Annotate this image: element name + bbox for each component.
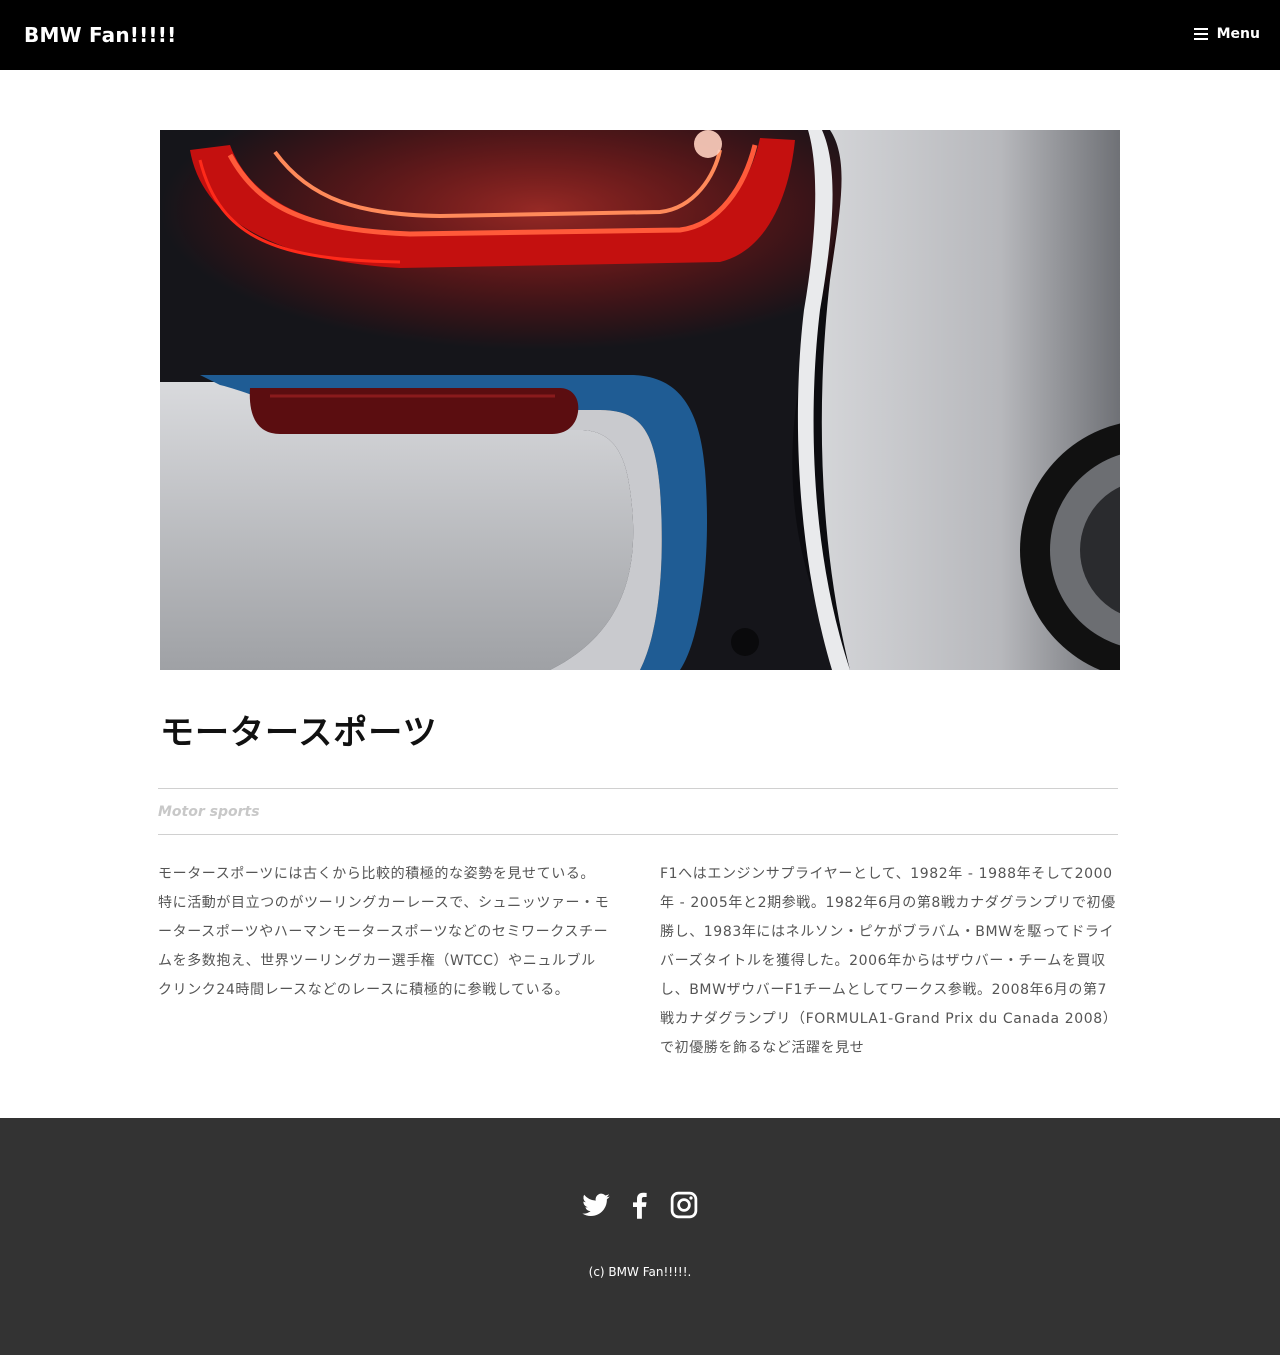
menu-button[interactable]: Menu <box>1193 24 1260 44</box>
post-title: モータースポーツ <box>160 713 438 753</box>
copyright-text: (c) BMW Fan!!!!!. <box>588 1265 692 1279</box>
site-footer: (c) BMW Fan!!!!!. <box>0 1118 1280 1355</box>
body-text-right: F1へはエンジンサプライヤーとして、1982年 - 1988年そして2000年 … <box>660 866 1118 1056</box>
hero-image <box>160 130 1120 670</box>
divider-top <box>158 788 1118 789</box>
twitter-icon[interactable] <box>581 1190 611 1220</box>
post-subtitle: Motor sports <box>158 804 260 820</box>
social-links <box>0 1190 1280 1220</box>
body-text-left: モータースポーツには古くから比較的積極的な姿勢を見せている。 特に活動が目立つの… <box>158 866 610 998</box>
hamburger-icon <box>1193 28 1208 40</box>
menu-button-label: Menu <box>1216 26 1260 42</box>
instagram-icon[interactable] <box>669 1190 699 1220</box>
top-nav-bar: BMW Fan!!!!! Menu <box>0 0 1280 70</box>
site-title-link[interactable]: BMW Fan!!!!! <box>24 22 176 48</box>
divider-bottom <box>158 834 1118 835</box>
facebook-icon[interactable] <box>625 1190 655 1220</box>
